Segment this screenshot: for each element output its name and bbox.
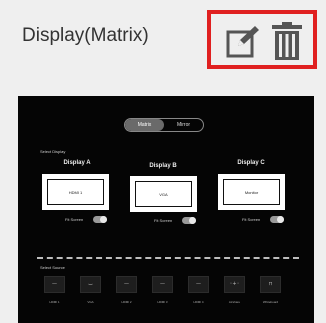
source-section-label: Select Source bbox=[40, 265, 65, 270]
edit-icon bbox=[226, 26, 259, 58]
display-a-toggle[interactable] bbox=[93, 216, 107, 223]
source-caption: HDMI 1 bbox=[49, 300, 60, 304]
source-caption: HDMI 4 bbox=[193, 300, 204, 304]
source-list: — ⌴ — — — ◦+◦ ⊓ HDMI 1 VGA HDMI 2 HDMI 3… bbox=[36, 276, 300, 306]
display-c-source: Monitor bbox=[223, 179, 280, 205]
share-icon: ◦+◦ bbox=[229, 281, 240, 287]
display-b-label: Display B bbox=[149, 163, 177, 169]
source-hdmi4[interactable]: — bbox=[188, 276, 209, 293]
dash-icon: — bbox=[124, 281, 129, 287]
source-hdmi1[interactable]: — bbox=[44, 276, 65, 293]
source-caption: VGA bbox=[87, 300, 94, 304]
display-a-source: HDMI 1 bbox=[47, 179, 104, 205]
layout-preview[interactable]: Matrix Mirror Select Display Display A H… bbox=[18, 96, 314, 323]
source-caption: Airshare bbox=[228, 300, 241, 304]
display-b-toggle[interactable] bbox=[182, 217, 196, 224]
display-b-box[interactable]: VGA bbox=[130, 176, 197, 212]
source-whiteboard[interactable]: ⊓ bbox=[260, 276, 281, 293]
display-c-box[interactable]: Monitor bbox=[218, 174, 285, 210]
dash-icon: — bbox=[160, 281, 165, 287]
vga-icon: ⌴ bbox=[88, 281, 93, 287]
dash-icon: — bbox=[52, 281, 57, 287]
tab-matrix[interactable]: Matrix bbox=[125, 119, 164, 131]
display-a-label: Display A bbox=[63, 160, 91, 166]
dash-icon: — bbox=[196, 281, 201, 287]
tab-mirror[interactable]: Mirror bbox=[164, 119, 203, 131]
display-section-label: Select Display bbox=[40, 149, 66, 154]
display-c-toggle[interactable] bbox=[270, 216, 284, 223]
source-caption: HDMI 3 bbox=[157, 300, 168, 304]
source-hdmi2[interactable]: — bbox=[116, 276, 137, 293]
display-matrix-card[interactable]: Display(Matrix) Matrix Mirror Select Dis… bbox=[0, 0, 326, 323]
display-b-source: VGA bbox=[135, 181, 192, 207]
display-a-box[interactable]: HDMI 1 bbox=[42, 174, 109, 210]
display-c-toggle-label: Fit Screen bbox=[242, 217, 261, 222]
edit-button[interactable] bbox=[226, 24, 260, 58]
whiteboard-icon: ⊓ bbox=[268, 281, 273, 287]
source-vga[interactable]: ⌴ bbox=[80, 276, 101, 293]
source-hdmi3[interactable]: — bbox=[152, 276, 173, 293]
source-airshare[interactable]: ◦+◦ bbox=[224, 276, 245, 293]
display-c-label: Display C bbox=[237, 160, 265, 166]
mode-tabs[interactable]: Matrix Mirror bbox=[124, 118, 204, 132]
display-a-toggle-label: Fit Screen bbox=[65, 217, 84, 222]
divider bbox=[37, 257, 299, 259]
card-title: Display(Matrix) bbox=[22, 25, 149, 46]
trash-icon bbox=[272, 22, 302, 60]
source-caption: HDMI 2 bbox=[121, 300, 132, 304]
delete-button[interactable] bbox=[272, 22, 302, 60]
display-b-toggle-label: Fit Screen bbox=[154, 218, 173, 223]
source-caption: Whiteboard bbox=[262, 300, 279, 304]
